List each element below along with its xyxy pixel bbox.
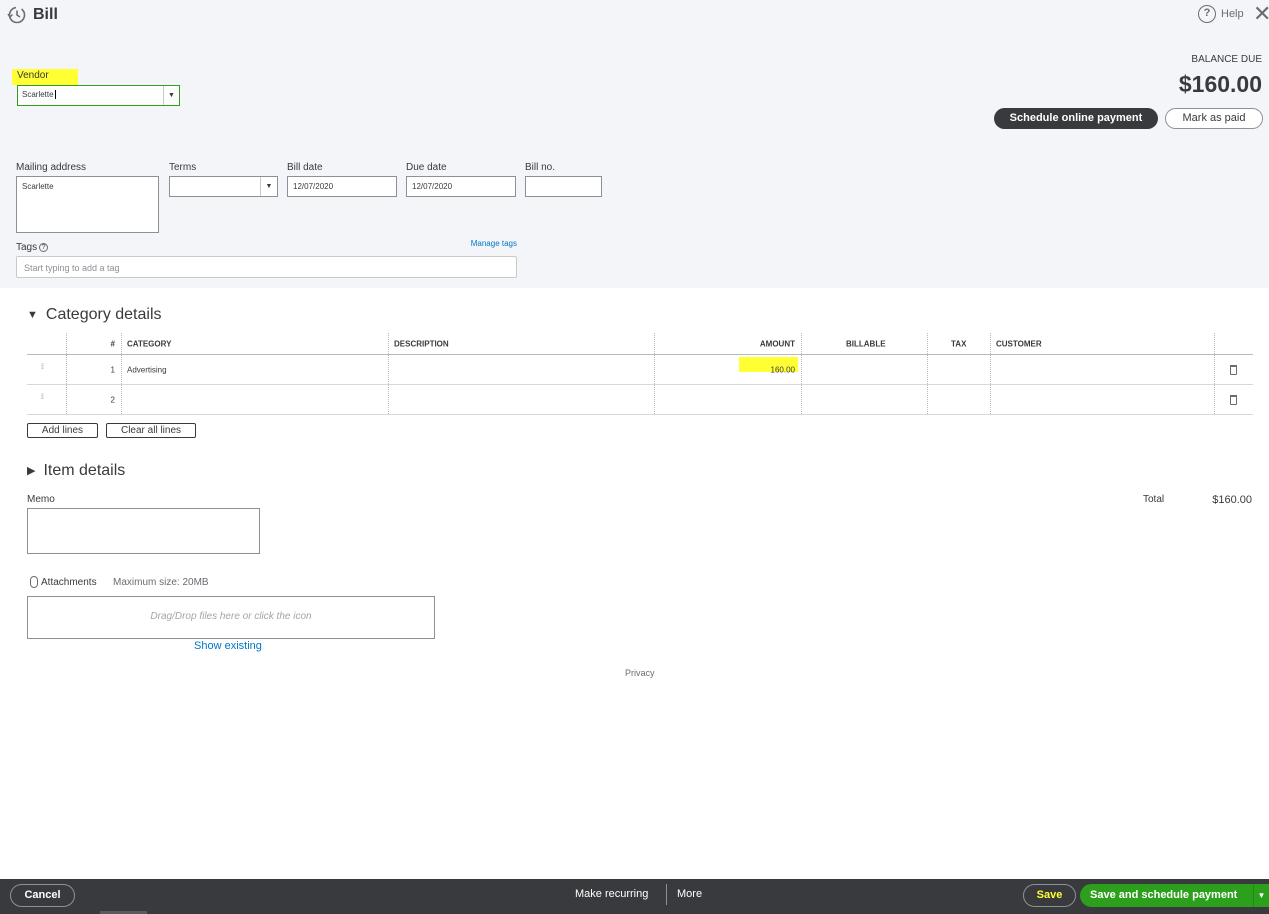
due-date-label: Due date [406, 162, 447, 173]
trash-icon[interactable] [1230, 365, 1237, 375]
attachments-label: Attachments [41, 577, 97, 588]
row-number: 1 [110, 365, 115, 374]
page-title: Bill [33, 6, 58, 23]
clear-all-lines-button[interactable]: Clear all lines [106, 423, 196, 438]
column-header-tax: TAX [951, 339, 967, 348]
memo-field[interactable] [27, 508, 260, 554]
manage-tags-link[interactable]: Manage tags [460, 239, 517, 248]
drag-handle-icon[interactable]: ⁞⁞ [41, 364, 47, 374]
footer-divider [666, 884, 667, 905]
mailing-address-value: Scarlette [22, 182, 54, 191]
save-and-schedule-payment-label: Save and schedule payment [1090, 889, 1238, 901]
save-and-schedule-payment-button[interactable]: Save and schedule payment ▼ [1080, 884, 1269, 907]
category-details-title: Category details [45, 306, 162, 323]
chevron-down-icon[interactable]: ▼ [1253, 884, 1269, 907]
add-lines-button[interactable]: Add lines [27, 423, 98, 438]
terms-select[interactable]: ▼ [169, 176, 278, 197]
bill-no-field[interactable] [525, 176, 602, 197]
tags-placeholder: Start typing to add a tag [24, 263, 120, 273]
close-icon[interactable]: ✕ [1253, 3, 1269, 25]
show-existing-link[interactable]: Show existing [194, 640, 262, 652]
column-header-category: CATEGORY [127, 339, 172, 348]
help-link[interactable]: Help [1221, 8, 1244, 20]
item-details-title: Item details [43, 462, 126, 479]
mailing-address-field[interactable]: Scarlette [16, 176, 159, 233]
column-header-billable: BILLABLE [846, 339, 886, 348]
caret-down-icon: ▼ [27, 308, 38, 321]
tags-label-text: Tags [16, 242, 38, 253]
table-row[interactable]: ⁞⁞ 1 Advertising 160.00 [27, 355, 1253, 385]
column-header-amount: AMOUNT [759, 339, 795, 348]
recent-transactions-icon[interactable] [7, 5, 27, 25]
vendor-value: Scarlette [22, 90, 54, 99]
chevron-down-icon[interactable]: ▼ [260, 177, 277, 196]
cancel-button[interactable]: Cancel [10, 884, 75, 907]
row-number: 2 [110, 395, 115, 404]
total-label: Total [1143, 494, 1165, 505]
schedule-online-payment-button[interactable]: Schedule online payment [994, 108, 1158, 129]
due-date-value: 12/07/2020 [412, 182, 453, 191]
category-details-toggle[interactable]: ▼ Category details [27, 306, 162, 324]
info-icon[interactable]: ? [39, 242, 49, 252]
trash-icon[interactable] [1230, 395, 1237, 405]
total-value: $160.00 [1212, 494, 1252, 506]
vendor-label: Vendor [12, 69, 78, 85]
privacy-link[interactable]: Privacy [625, 668, 655, 678]
category-table: # CATEGORY DESCRIPTION AMOUNT BILLABLE T… [27, 333, 1253, 415]
table-row[interactable]: ⁞⁞ 2 [27, 385, 1253, 415]
mark-as-paid-button[interactable]: Mark as paid [1165, 108, 1263, 129]
terms-label: Terms [169, 162, 197, 173]
paperclip-icon[interactable] [30, 576, 38, 588]
column-header-customer: CUSTOMER [996, 339, 1042, 348]
bill-date-value: 12/07/2020 [293, 182, 334, 191]
chevron-down-icon[interactable]: ▼ [163, 86, 179, 105]
make-recurring-button[interactable]: Make recurring [575, 888, 648, 900]
caret-right-icon: ▶ [27, 465, 36, 478]
row-amount: 160.00 [770, 365, 795, 374]
memo-label: Memo [27, 494, 55, 505]
dropzone-text: Drag/Drop files here or click the icon [150, 611, 312, 622]
more-button[interactable]: More [677, 888, 702, 900]
item-details-toggle[interactable]: ▶ Item details [27, 462, 125, 480]
bill-header-panel [0, 0, 1269, 288]
tags-input[interactable]: Start typing to add a tag [16, 256, 517, 278]
mailing-address-label: Mailing address [16, 162, 87, 173]
bill-date-label: Bill date [287, 162, 323, 173]
attachments-max-size: Maximum size: 20MB [113, 577, 209, 588]
balance-due-amount: $160.00 [1178, 71, 1262, 97]
bill-date-field[interactable]: 12/07/2020 [287, 176, 397, 197]
tags-label: Tags? [16, 242, 49, 253]
vendor-select[interactable]: Scarlette ▼ [17, 85, 180, 106]
column-header-num: # [110, 339, 115, 348]
bill-no-label: Bill no. [525, 162, 556, 173]
save-button[interactable]: Save [1023, 884, 1076, 907]
drag-handle-icon[interactable]: ⁞⁞ [41, 394, 47, 404]
help-icon[interactable]: ? [1198, 5, 1216, 23]
column-header-description: DESCRIPTION [394, 339, 449, 348]
attachments-dropzone[interactable]: Drag/Drop files here or click the icon [27, 596, 435, 639]
row-category: Advertising [127, 365, 167, 374]
table-header: # CATEGORY DESCRIPTION AMOUNT BILLABLE T… [27, 333, 1253, 355]
due-date-field[interactable]: 12/07/2020 [406, 176, 516, 197]
balance-due-label: BALANCE DUE [1191, 54, 1262, 65]
